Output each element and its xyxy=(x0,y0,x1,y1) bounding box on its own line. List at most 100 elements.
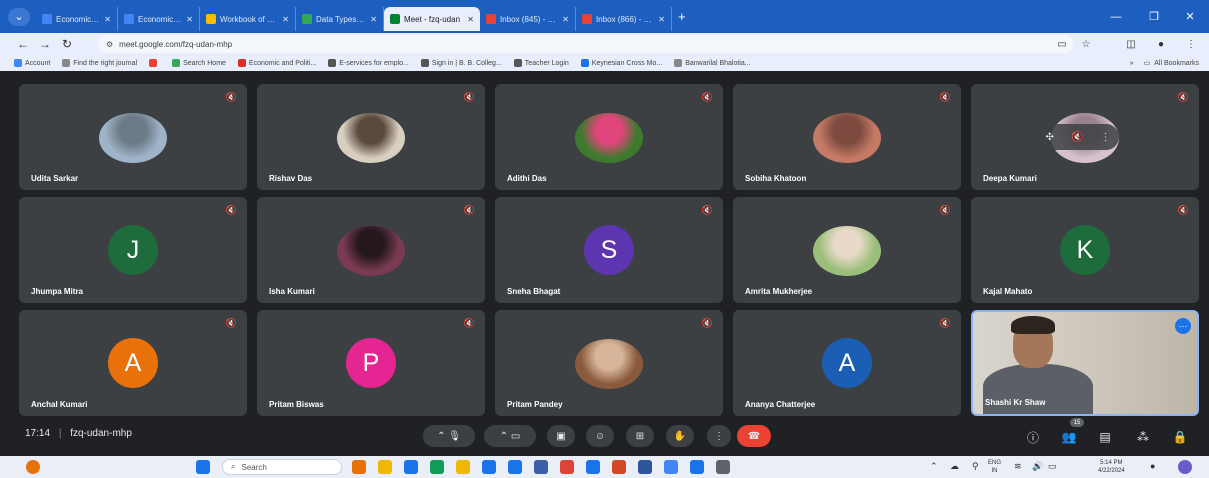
participant-tile[interactable]: 🔇 J Jhumpa Mitra xyxy=(19,197,247,303)
browser-tab[interactable]: Economics with Sha ✕ xyxy=(118,7,200,31)
participant-tile[interactable]: 🔇 Sobiha Khatoon xyxy=(733,84,961,190)
notes-icon[interactable] xyxy=(664,460,678,474)
teams-icon[interactable] xyxy=(534,460,548,474)
battery-icon[interactable]: ▭ xyxy=(1048,462,1057,471)
start-icon[interactable] xyxy=(196,460,210,474)
notification-icon[interactable]: ● xyxy=(1150,462,1155,471)
people-icon[interactable]: 👥 xyxy=(1059,427,1079,447)
participant-tile[interactable]: 🔇 Udita Sarkar xyxy=(19,84,247,190)
forward-icon[interactable]: → xyxy=(34,37,56,51)
bookmark-item[interactable]: Find the right journal xyxy=(62,59,137,67)
raise-hand-button[interactable]: ✋ xyxy=(666,425,694,447)
tab-close-icon[interactable]: ✕ xyxy=(186,15,193,24)
powerpoint-icon[interactable] xyxy=(612,460,626,474)
minimize-icon[interactable]: — xyxy=(1098,0,1134,33)
widgets-icon[interactable] xyxy=(352,460,366,474)
tab-search-button[interactable]: ⌄ xyxy=(8,7,30,26)
participant-tile[interactable]: 🔇 S Sneha Bhagat xyxy=(495,197,723,303)
files-icon[interactable] xyxy=(456,460,470,474)
bookmark-item[interactable]: E-services for emplo... xyxy=(328,59,409,67)
settings-icon[interactable] xyxy=(716,460,730,474)
word-icon[interactable] xyxy=(638,460,652,474)
participant-tile[interactable]: 🔇 Adithi Das xyxy=(495,84,723,190)
bookmark-item[interactable]: Economic and Politi... xyxy=(237,59,316,67)
cast-icon[interactable]: ▭ xyxy=(1053,35,1071,53)
chat-icon[interactable]: ▤ xyxy=(1095,427,1115,447)
bookmark-item[interactable]: Account xyxy=(14,59,50,67)
language-indicator[interactable]: ENG IN xyxy=(988,459,1001,475)
clock[interactable]: 5:14 PM 4/22/2024 xyxy=(1098,459,1125,475)
bookmark-star-icon[interactable]: ☆ xyxy=(1077,35,1095,53)
edge-icon[interactable] xyxy=(430,460,444,474)
browser-tab[interactable]: Meet - fzq-udan ✕ xyxy=(384,7,480,31)
tray-chevron-icon[interactable]: ⌃ xyxy=(930,462,938,471)
bookmark-item[interactable]: Sign in | B. B. Colleg... xyxy=(420,59,502,67)
bookmark-item[interactable] xyxy=(149,59,160,67)
bookmark-item[interactable]: Search Home xyxy=(172,59,226,67)
copilot-icon[interactable] xyxy=(1178,460,1192,474)
back-icon[interactable]: ← xyxy=(12,37,34,51)
bookmark-item[interactable]: Teacher Login xyxy=(513,59,569,67)
participant-tile[interactable]: 🔇 P Pritam Biswas xyxy=(257,310,485,416)
chrome-icon[interactable] xyxy=(560,460,574,474)
calendar-icon[interactable] xyxy=(508,460,522,474)
tab-close-icon[interactable]: ✕ xyxy=(562,15,569,24)
photos-icon[interactable] xyxy=(690,460,704,474)
participant-tile[interactable]: 🔇 Pritam Pandey xyxy=(495,310,723,416)
camera-button[interactable]: ⌃ ▭ xyxy=(484,425,536,447)
more-bookmarks-icon[interactable]: » xyxy=(1130,60,1134,67)
taskbar-search[interactable]: ⌕ Search xyxy=(222,459,342,475)
tab-close-icon[interactable]: ✕ xyxy=(658,15,665,24)
participant-tile[interactable]: 🔇 Rishav Das xyxy=(257,84,485,190)
microphone-button[interactable]: ⌃ 🎙 xyxy=(423,425,475,447)
participant-tile[interactable]: 🔇 ✣ 🔇 ⋮ Deepa Kumari xyxy=(971,84,1199,190)
site-info-icon[interactable]: ⚙ xyxy=(106,40,113,49)
meeting-details-icon[interactable]: ⓘ xyxy=(1023,427,1043,447)
extensions-icon[interactable]: ◫ xyxy=(1122,35,1140,53)
participant-tile[interactable]: 🔇 A Anchal Kumari xyxy=(19,310,247,416)
wifi-icon[interactable]: ≋ xyxy=(1014,462,1022,471)
browser-tab[interactable]: Workbook of Basic I ✕ xyxy=(200,7,296,31)
browser-tab[interactable]: Data Types: Examp✕ xyxy=(296,7,384,31)
mute-icon[interactable]: 🔇 xyxy=(1071,132,1083,143)
all-bookmarks-link[interactable]: All Bookmarks xyxy=(1154,60,1199,67)
tab-close-icon[interactable]: ✕ xyxy=(282,15,289,24)
bookmark-item[interactable]: Keynesian Cross Mo... xyxy=(580,59,662,67)
browser-tab[interactable]: Inbox (866) - shashi ✕ xyxy=(576,7,672,31)
reload-icon[interactable]: ↻ xyxy=(56,37,78,51)
browser-tab[interactable]: Economics with Sha ✕ xyxy=(36,7,118,31)
tab-close-icon[interactable]: ✕ xyxy=(104,15,111,24)
participant-tile[interactable]: 🔇 Isha Kumari xyxy=(257,197,485,303)
host-controls-icon[interactable]: 🔒 xyxy=(1170,427,1190,447)
pin-icon[interactable]: ✣ xyxy=(1046,132,1054,143)
close-window-icon[interactable]: ✕ xyxy=(1172,0,1208,33)
store-icon[interactable] xyxy=(482,460,496,474)
meet-app-icon[interactable] xyxy=(404,460,418,474)
new-tab-button[interactable]: + xyxy=(678,9,686,24)
browser-tab[interactable]: Inbox (845) - shashi ✕ xyxy=(480,7,576,31)
captions-button[interactable]: ▣ xyxy=(547,425,575,447)
participant-tile[interactable]: 🔇 A Ananya Chatterjee xyxy=(733,310,961,416)
activities-icon[interactable]: ⁂ xyxy=(1133,427,1153,447)
volume-icon[interactable]: 🔊 xyxy=(1032,462,1043,471)
network-tray-icon[interactable]: ☁ xyxy=(950,462,959,471)
more-options-button[interactable]: ⋮ xyxy=(707,425,731,447)
menu-icon[interactable]: ⋮ xyxy=(1182,35,1200,53)
mail-icon[interactable] xyxy=(586,460,600,474)
file-explorer-icon[interactable] xyxy=(378,460,392,474)
participant-tile[interactable]: 🔇 Amrita Mukherjee xyxy=(733,197,961,303)
profile-icon[interactable]: ● xyxy=(1152,35,1170,53)
tab-close-icon[interactable]: ✕ xyxy=(370,15,377,24)
address-bar[interactable]: ⚙ meet.google.com/fzq-udan-mhp xyxy=(98,35,1073,53)
participant-tile[interactable]: ⋯ Shashi Kr Shaw xyxy=(971,310,1199,416)
tab-close-icon[interactable]: ✕ xyxy=(467,15,474,24)
bookmark-item[interactable]: Banwarilal Bhalotia... xyxy=(674,59,751,67)
maximize-icon[interactable]: ❐ xyxy=(1136,0,1172,33)
present-button[interactable]: ⊞ xyxy=(626,425,654,447)
participant-tile[interactable]: 🔇 K Kajal Mahato xyxy=(971,197,1199,303)
leave-call-button[interactable]: ☎ xyxy=(737,425,771,447)
more-options-icon[interactable]: ⋮ xyxy=(1100,132,1110,143)
weather-icon[interactable] xyxy=(26,460,40,474)
emoji-button[interactable]: ☺ xyxy=(586,425,614,447)
tile-more-options-icon[interactable]: ⋯ xyxy=(1175,318,1191,334)
